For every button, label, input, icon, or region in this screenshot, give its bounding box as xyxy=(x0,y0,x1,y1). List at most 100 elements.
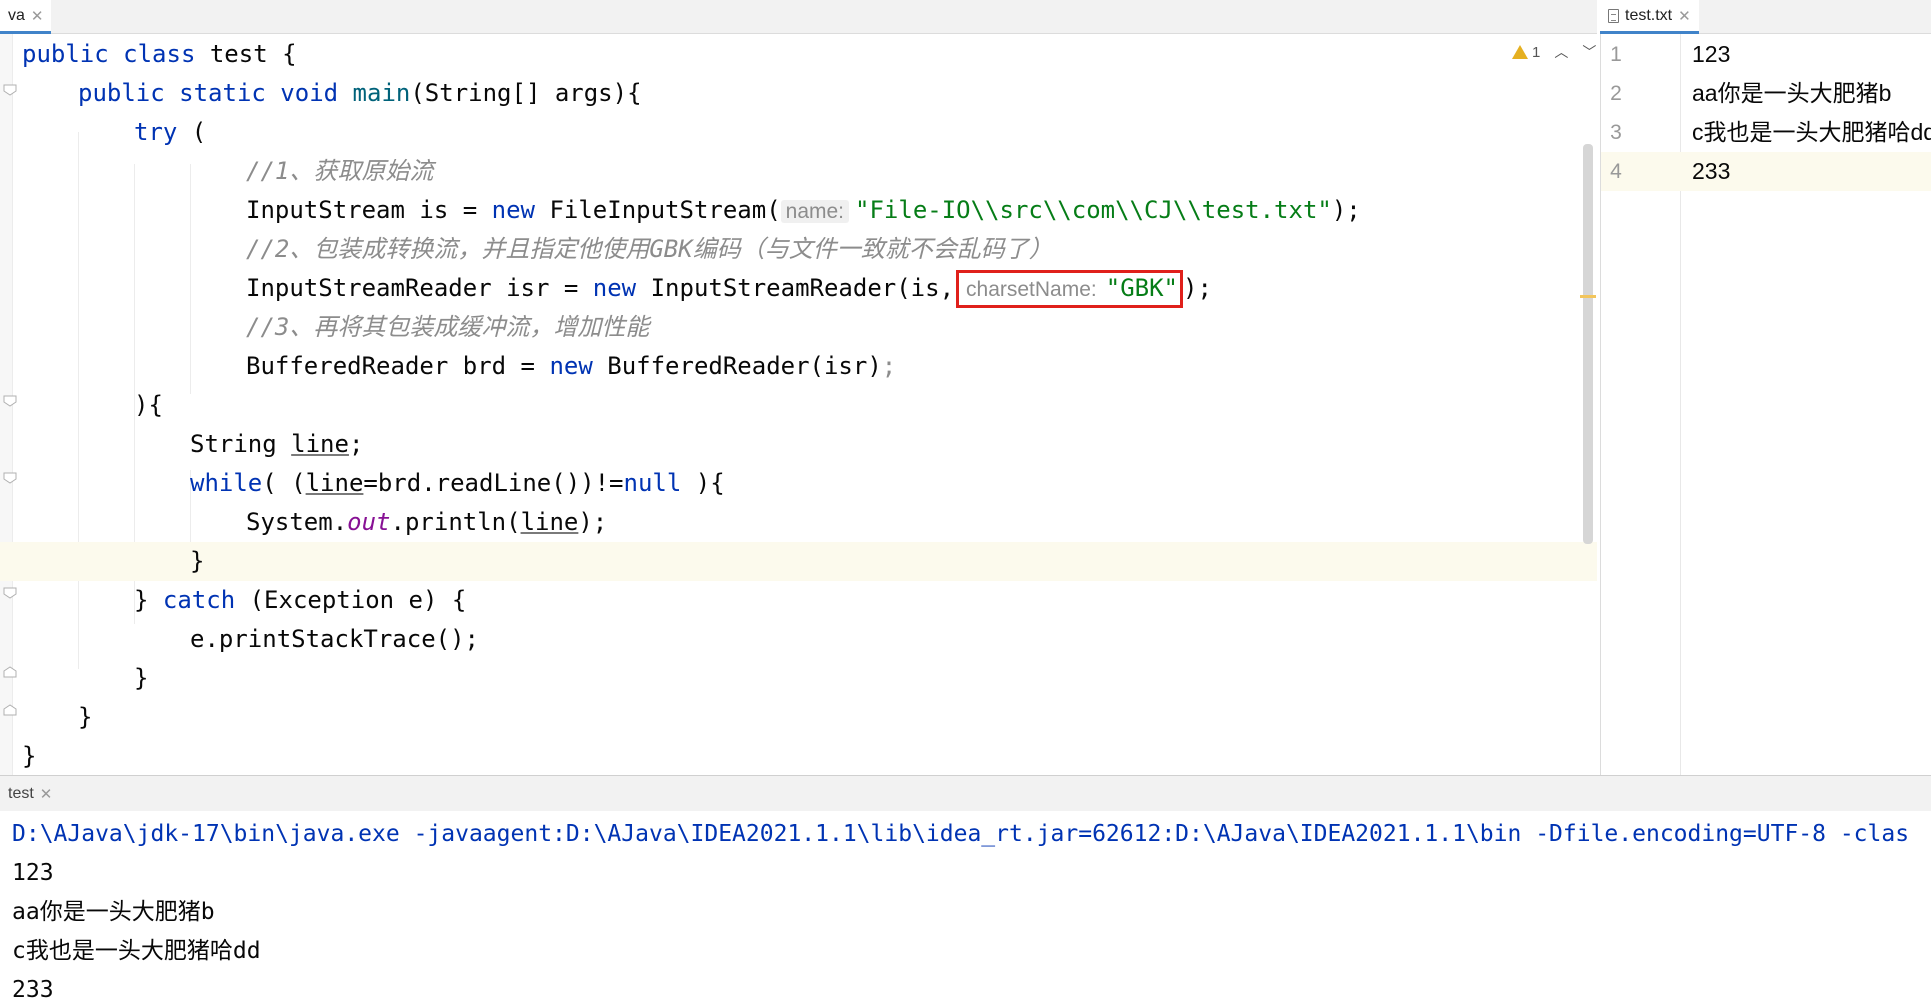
keyword: public static void xyxy=(78,79,339,107)
code-line: } xyxy=(0,737,1597,775)
code-text: (Exception e) { xyxy=(235,586,467,614)
code-text: ); xyxy=(1331,196,1361,224)
code-text: ){ xyxy=(681,469,725,497)
console-output-line: c我也是一头大肥猪哈dd xyxy=(12,938,261,964)
code-text: .println( xyxy=(390,508,521,536)
keyword: catch xyxy=(162,586,236,614)
comment: //2、包装成转换流，并且指定他使用GBK编码（与文件一致就不会乱码了） xyxy=(246,235,1053,263)
comment: //3、再将其包装成缓冲流，增加性能 xyxy=(246,313,650,341)
variable: line xyxy=(291,430,349,458)
variable: line xyxy=(305,469,364,497)
code-text: BufferedReader(isr) xyxy=(592,352,882,380)
keyword: null xyxy=(623,469,682,497)
code-line: InputStreamReader isr = new InputStreamR… xyxy=(0,269,1597,308)
code-text: } xyxy=(134,664,149,692)
close-icon[interactable]: ✕ xyxy=(40,785,53,803)
console-command-line: D:\AJava\jdk-17\bin\java.exe -javaagent:… xyxy=(12,821,1910,847)
code-text: e.printStackTrace(); xyxy=(190,625,479,653)
warning-count: 1 xyxy=(1532,43,1541,61)
code-line: //3、再将其包装成缓冲流，增加性能 xyxy=(0,308,1597,347)
code-line: e.printStackTrace(); xyxy=(0,620,1597,659)
warning-icon xyxy=(1512,45,1528,59)
code-text: ){ xyxy=(134,391,163,419)
code-line: public class test { xyxy=(0,35,1597,74)
code-line: BufferedReader brd = new BufferedReader(… xyxy=(0,347,1597,386)
code-editor[interactable]: public class test { public static void m… xyxy=(0,34,1597,775)
scrollbar-thumb[interactable] xyxy=(1583,144,1593,544)
code-line: String line; xyxy=(0,425,1597,464)
comment: //1、获取原始流 xyxy=(246,157,434,185)
keyword: new xyxy=(491,196,535,224)
tab-label: va xyxy=(8,6,25,24)
run-tab-bar: test ✕ xyxy=(0,775,1931,811)
text-file-icon xyxy=(1608,8,1619,23)
code-line: System.out.println(line); xyxy=(0,503,1597,542)
line-text: aa你是一头大肥猪b xyxy=(1692,80,1892,106)
txt-line: 1 123 xyxy=(1601,35,1931,74)
string-literal: "GBK" xyxy=(1105,274,1178,302)
code-text: } xyxy=(78,703,93,731)
tab-run-test[interactable]: test ✕ xyxy=(0,776,60,812)
console-output-line: 233 xyxy=(12,977,54,1001)
code-line: InputStream is = new FileInputStream(nam… xyxy=(0,191,1597,230)
code-text: BufferedReader brd = xyxy=(246,352,550,380)
code-text: ( ( xyxy=(262,469,306,497)
line-text: 123 xyxy=(1692,41,1731,67)
code-line: } catch (Exception e) { xyxy=(0,581,1597,620)
keyword: while xyxy=(190,469,263,497)
code-text: InputStreamReader(is, xyxy=(636,274,955,302)
current-txt-line: 4 233 xyxy=(1601,152,1931,191)
line-number: 1 xyxy=(1610,43,1622,66)
code-text: } xyxy=(22,742,37,770)
tab-test-txt[interactable]: test.txt ✕ xyxy=(1600,0,1699,34)
code-text: InputStream is = xyxy=(246,196,492,224)
code-line: } xyxy=(0,698,1597,737)
code-text: FileInputStream( xyxy=(535,196,781,224)
inspection-widget[interactable]: 1 ︿ ﹀ xyxy=(1512,42,1596,62)
close-icon[interactable]: ✕ xyxy=(31,7,44,25)
code-line: //1、获取原始流 xyxy=(0,152,1597,191)
line-text: 233 xyxy=(1692,158,1731,184)
line-number: 4 xyxy=(1610,160,1622,183)
tab-label: test.txt xyxy=(1625,6,1673,24)
code-text: ); xyxy=(578,508,608,536)
code-text: InputStreamReader isr = xyxy=(246,274,593,302)
keyword: new xyxy=(549,352,593,380)
keyword: new xyxy=(592,274,637,302)
parameter-hint: charsetName: xyxy=(966,278,1097,301)
string-literal: "File-IO\\src\\com\\CJ\\test.txt" xyxy=(855,196,1332,224)
console-output-line: aa你是一头大肥猪b xyxy=(12,899,215,925)
txt-line: 2 aa你是一头大肥猪b xyxy=(1601,74,1931,113)
code-text: ; xyxy=(881,352,897,380)
code-line: } xyxy=(0,659,1597,698)
txt-editor[interactable]: 1 123 2 aa你是一头大肥猪b 3 c我也是一头大肥猪哈dd 4 233 xyxy=(1600,34,1931,775)
warning-marker[interactable] xyxy=(1580,295,1596,298)
run-console[interactable]: D:\AJava\jdk-17\bin\java.exe -javaagent:… xyxy=(0,811,1931,1001)
current-code-line: } xyxy=(0,542,1597,581)
code-text: test { xyxy=(195,40,297,68)
txt-tab-bar: test.txt ✕ xyxy=(1600,0,1931,34)
editor-tab-bar: va ✕ xyxy=(0,0,1597,34)
close-icon[interactable]: ✕ xyxy=(1678,7,1691,25)
code-line: public static void main(String[] args){ xyxy=(0,74,1597,113)
highlighted-charset-argument: charsetName: "GBK" xyxy=(956,270,1183,308)
code-text: } xyxy=(190,547,205,575)
line-number: 2 xyxy=(1610,82,1622,105)
txt-line: 3 c我也是一头大肥猪哈dd xyxy=(1601,113,1931,152)
code-text: String xyxy=(190,430,292,458)
method-name: main xyxy=(352,79,411,107)
console-output-line: 123 xyxy=(12,860,54,886)
line-number: 3 xyxy=(1610,121,1622,144)
vertical-scrollbar[interactable] xyxy=(1583,144,1593,544)
code-line: try ( xyxy=(0,113,1597,152)
code-line: while( (line=brd.readLine())!=null ){ xyxy=(0,464,1597,503)
code-text: System. xyxy=(246,508,348,536)
tab-java-file[interactable]: va ✕ xyxy=(0,0,52,34)
code-text: ; xyxy=(348,430,364,458)
parameter-hint: name: xyxy=(780,200,850,223)
variable: line xyxy=(520,508,579,536)
keyword: try xyxy=(134,118,178,146)
chevron-down-icon[interactable]: ﹀ xyxy=(1582,42,1596,62)
code-text: =brd.readLine())!= xyxy=(363,469,624,497)
chevron-up-icon[interactable]: ︿ xyxy=(1554,42,1568,62)
